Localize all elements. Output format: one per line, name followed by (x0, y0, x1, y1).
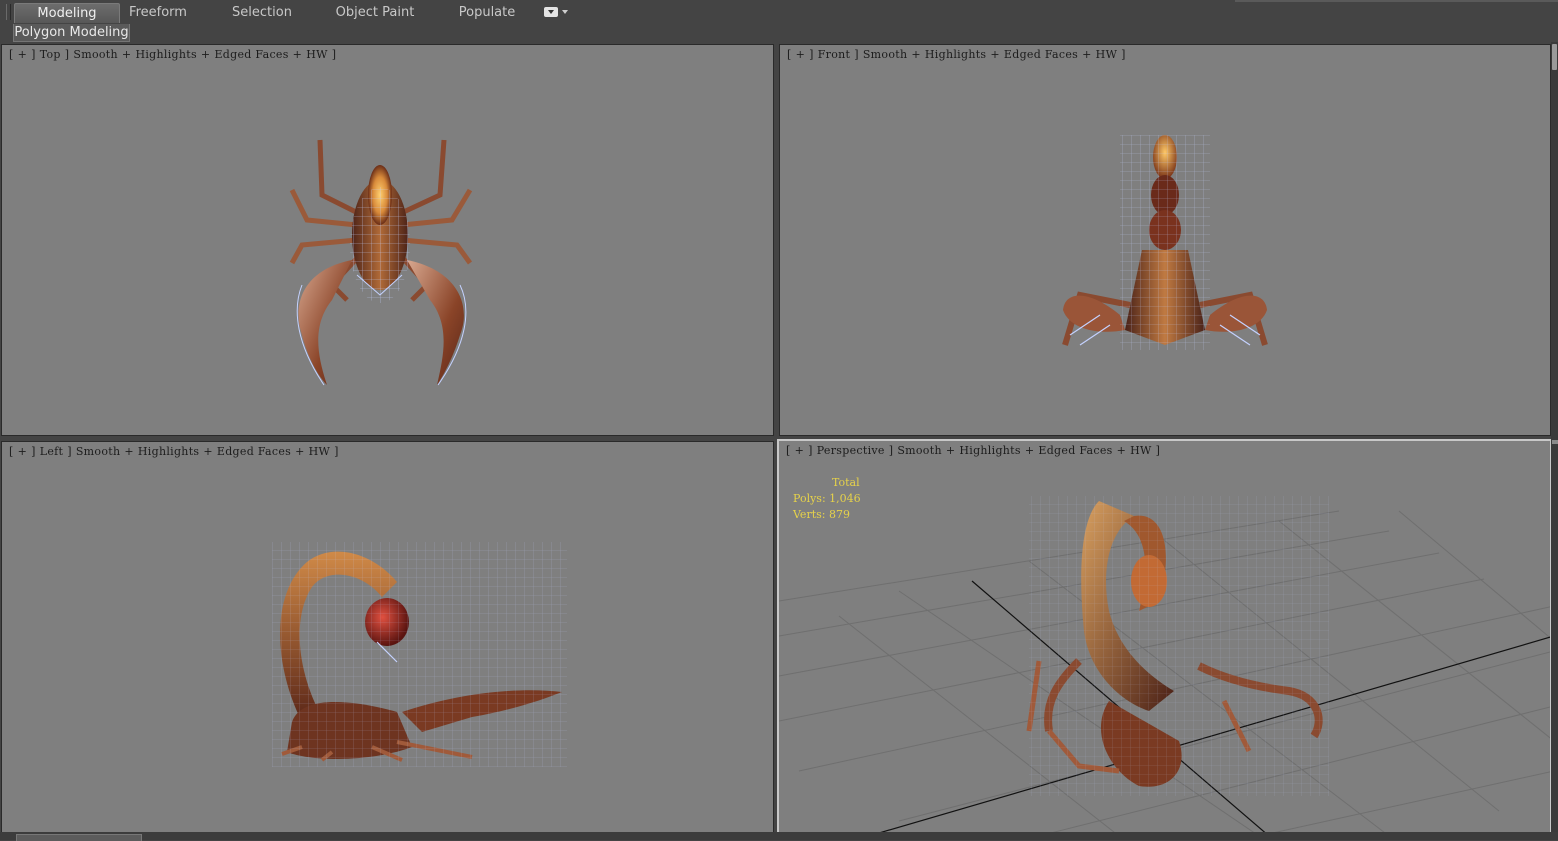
ribbon-grip-handle[interactable] (6, 4, 11, 20)
scorpion-front-view (1062, 135, 1268, 350)
chevron-down-icon (562, 10, 568, 14)
tab-modeling[interactable]: Modeling (14, 3, 120, 23)
ribbon-bar: Modeling Freeform Selection Object Paint… (0, 0, 1558, 25)
tab-selection[interactable]: Selection (226, 3, 298, 22)
viewport-label[interactable]: [+] Front] Smooth + Highlights + Edged Faces + H… (785, 48, 1128, 61)
scorpion-top-view (289, 139, 473, 386)
viewport-front[interactable]: [+] Front] Smooth + Highlights + Edged Faces + H… (779, 44, 1551, 436)
viewport-perspective[interactable]: [+] Perspective] Smooth + Highlights + Edged F… (777, 439, 1552, 834)
viewport-top[interactable]: [+] Top] Smooth + Highlights + Edged Faces + HW] (1, 44, 774, 436)
scene-statistics: Total Polys: 1,046 Verts: 879 (793, 475, 861, 523)
tab-populate[interactable]: Populate (452, 3, 522, 22)
viewport-label[interactable]: [+] Perspective] Smooth + Highlights + Edged F… (784, 444, 1162, 457)
viewport-left[interactable]: [+] Left] Smooth + Highlights + Edged Faces + HW… (1, 441, 774, 833)
stats-verts: Verts: 879 (793, 508, 850, 521)
polygon-modeling-panel-button[interactable]: Polygon Modeling (13, 24, 130, 42)
perspective-grid-and-model (779, 496, 1550, 832)
ribbon-options-icon (544, 7, 558, 17)
viewport-label[interactable]: [+] Left] Smooth + Highlights + Edged Faces + HW… (7, 445, 341, 458)
viewport-label[interactable]: [+] Top] Smooth + Highlights + Edged Faces + HW] (7, 48, 338, 61)
ribbon-divider (1235, 0, 1558, 2)
scrollbar-thumb[interactable] (1552, 44, 1557, 70)
ribbon-panel-row: Polygon Modeling (0, 24, 1558, 42)
tab-object-paint[interactable]: Object Paint (330, 3, 420, 22)
scorpion-left-view (272, 542, 567, 767)
stats-header: Total (832, 476, 860, 489)
bottom-status-bar (0, 832, 1558, 840)
viewport-resize-handle[interactable] (1552, 440, 1558, 444)
ribbon-options-dropdown[interactable] (543, 6, 569, 19)
stats-polys: Polys: 1,046 (793, 492, 861, 505)
tab-freeform[interactable]: Freeform (122, 3, 194, 22)
